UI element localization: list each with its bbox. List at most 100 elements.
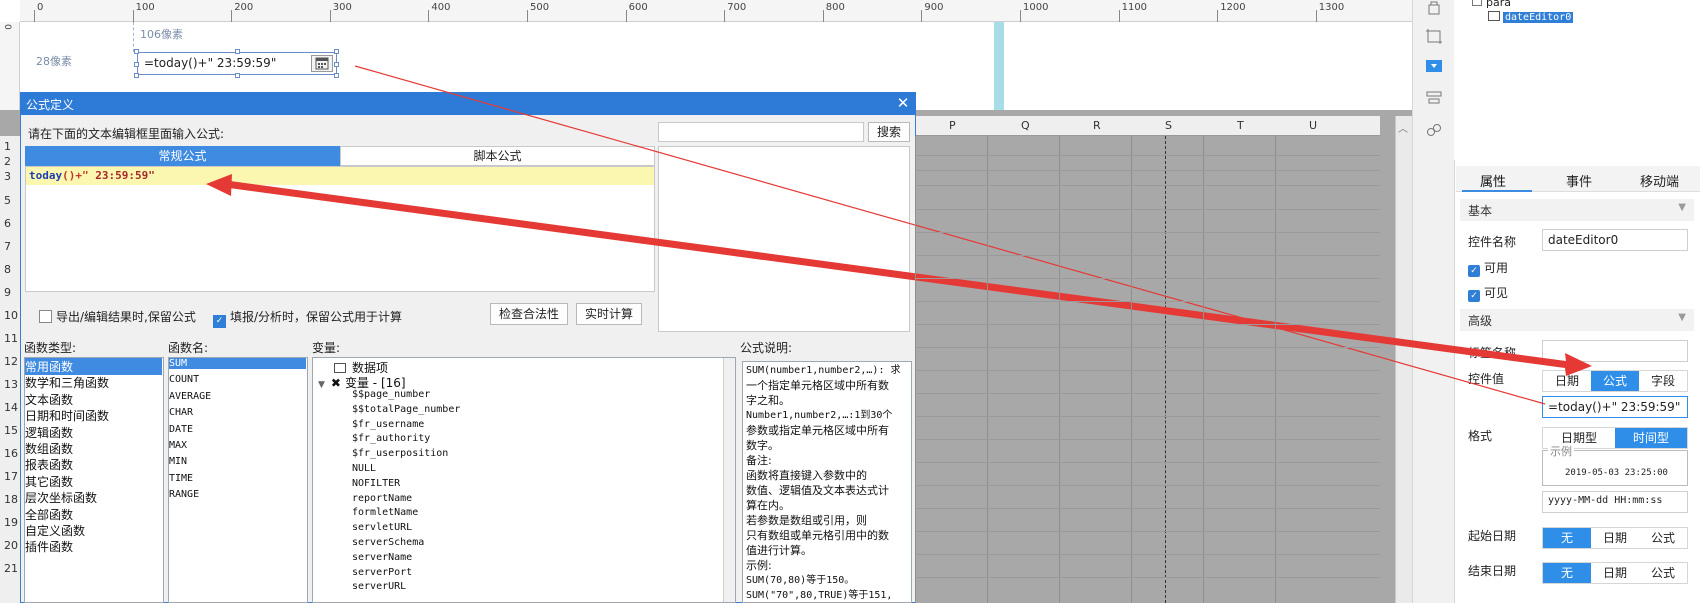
row-header-cell[interactable]: 17 — [4, 470, 18, 483]
row-header-cell[interactable]: 7 — [4, 240, 11, 253]
crop-icon[interactable] — [1425, 28, 1443, 44]
start-mode-date[interactable]: 日期 — [1591, 528, 1639, 548]
function-type-item[interactable]: 日期和时间函数 — [25, 407, 109, 424]
resize-handle[interactable] — [235, 49, 240, 54]
tab-events[interactable]: 事件 — [1566, 171, 1592, 190]
end-mode-formula[interactable]: 公式 — [1639, 563, 1687, 583]
link-icon[interactable] — [1425, 122, 1443, 138]
variable-item[interactable]: serverName — [352, 552, 412, 563]
resize-handle[interactable] — [235, 73, 240, 78]
variable-item[interactable]: $fr_username — [352, 419, 424, 430]
value-formula-input[interactable]: =today()+" 23:59:59" — [1542, 396, 1688, 418]
function-type-item[interactable]: 常用函数 — [25, 358, 162, 375]
variable-item[interactable]: $fr_userposition — [352, 448, 448, 459]
function-type-item[interactable]: 插件函数 — [25, 538, 73, 555]
row-header-cell[interactable]: 18 — [4, 493, 18, 506]
calendar-icon[interactable] — [311, 55, 333, 72]
variable-item[interactable]: serverURL — [352, 581, 406, 592]
tab-script-formula[interactable]: 脚本公式 — [340, 146, 655, 166]
start-mode-formula[interactable]: 公式 — [1639, 528, 1687, 548]
variable-item[interactable]: reportName — [352, 493, 412, 504]
resize-handle[interactable] — [134, 49, 139, 54]
row-header-cell[interactable]: 5 — [4, 194, 11, 207]
column-header-cell[interactable]: U — [1309, 119, 1317, 132]
function-name-item[interactable]: MAX — [169, 440, 187, 451]
end-mode-none[interactable]: 无 — [1543, 563, 1591, 583]
function-type-item[interactable]: 逻辑函数 — [25, 424, 73, 441]
tree-node-date-editor[interactable]: dateEditor0 — [1488, 10, 1574, 23]
format-pattern-input[interactable]: yyyy-MM-dd HH:mm:ss — [1542, 491, 1688, 513]
function-name-item[interactable]: AVERAGE — [169, 391, 211, 402]
checkbox-keep-formula-fill[interactable]: ✓ 填报/分析时，保留公式用于计算 — [213, 308, 402, 328]
row-header-cell[interactable]: 6 — [4, 217, 11, 230]
function-name-item[interactable]: CHAR — [169, 407, 193, 418]
search-button[interactable]: 搜索 — [868, 122, 910, 142]
variable-item[interactable]: NULL — [352, 463, 376, 474]
row-header-cell[interactable]: 8 — [4, 263, 11, 276]
row-header-cell[interactable]: 1 — [4, 140, 11, 153]
date-editor-widget[interactable]: =today()+" 23:59:59" — [137, 52, 337, 75]
column-header-cell[interactable]: Q — [1021, 119, 1030, 132]
function-type-item[interactable]: 其它函数 — [25, 473, 73, 490]
check-validity-button[interactable]: 检查合法性 — [490, 303, 568, 325]
column-header-cell[interactable]: T — [1237, 119, 1244, 132]
row-header-cell[interactable]: 15 — [4, 424, 18, 437]
function-search-input[interactable] — [658, 122, 864, 142]
row-header-cell[interactable]: 2 — [4, 155, 11, 168]
variable-scrollbar[interactable] — [723, 358, 735, 602]
row-header-cell[interactable]: 12 — [4, 355, 18, 368]
column-header-cell[interactable]: S — [1165, 119, 1172, 132]
row-header-cell[interactable]: 16 — [4, 447, 18, 460]
function-type-item[interactable]: 文本函数 — [25, 391, 73, 408]
resize-handle[interactable] — [334, 49, 339, 54]
column-header-cell[interactable]: R — [1093, 119, 1101, 132]
function-type-item[interactable]: 层次坐标函数 — [25, 489, 97, 506]
dropdown-widget-icon[interactable] — [1425, 58, 1443, 74]
variable-item[interactable]: NOFILTER — [352, 478, 400, 489]
row-header-cell[interactable]: 19 — [4, 516, 18, 529]
function-type-item[interactable]: 数学和三角函数 — [25, 374, 109, 391]
tag-name-input[interactable] — [1542, 340, 1688, 362]
function-type-item[interactable]: 自定义函数 — [25, 522, 85, 539]
format-mode-time[interactable]: 时间型 — [1615, 428, 1687, 448]
value-mode-date[interactable]: 日期 — [1543, 371, 1591, 391]
row-header-cell[interactable]: 14 — [4, 401, 18, 414]
function-name-item[interactable]: SUM — [169, 358, 306, 369]
layers-icon[interactable] — [1425, 90, 1443, 106]
start-mode-none[interactable]: 无 — [1543, 528, 1591, 548]
variable-item[interactable]: serverPort — [352, 567, 412, 578]
variable-item[interactable]: $fr_authority — [352, 433, 430, 444]
row-header-cell[interactable]: 3 — [4, 170, 11, 183]
function-name-item[interactable]: MIN — [169, 456, 187, 467]
lock-icon[interactable] — [1425, 0, 1443, 16]
row-header-cell[interactable]: 10 — [4, 309, 18, 322]
checkbox-enabled[interactable]: ✓ 可用 — [1468, 259, 1508, 277]
resize-handle[interactable] — [134, 73, 139, 78]
formula-text[interactable]: today()+" 23:59:59" — [26, 167, 654, 185]
row-header-cell[interactable]: 9 — [4, 286, 11, 299]
checkbox-visible[interactable]: ✓ 可见 — [1468, 284, 1508, 302]
value-mode-formula[interactable]: 公式 — [1591, 371, 1639, 391]
variable-item[interactable]: formletName — [352, 507, 418, 518]
function-name-item[interactable]: RANGE — [169, 489, 199, 500]
row-header-cell[interactable]: 20 — [4, 539, 18, 552]
variable-item[interactable]: serverSchema — [352, 537, 424, 548]
function-name-item[interactable]: TIME — [169, 473, 193, 484]
function-type-item[interactable]: 全部函数 — [25, 506, 73, 523]
realtime-calc-button[interactable]: 实时计算 — [576, 303, 642, 325]
close-icon[interactable]: ✕ — [893, 94, 913, 113]
value-mode-field[interactable]: 字段 — [1639, 371, 1687, 391]
tab-normal-formula[interactable]: 常规公式 — [25, 146, 340, 166]
section-advanced[interactable]: 高级 ▼ — [1460, 309, 1694, 331]
tab-mobile[interactable]: 移动端 — [1640, 171, 1679, 190]
tab-properties[interactable]: 属性 — [1480, 171, 1506, 190]
resize-handle[interactable] — [334, 73, 339, 78]
function-type-item[interactable]: 报表函数 — [25, 456, 73, 473]
column-header-cell[interactable]: P — [949, 119, 956, 132]
function-name-item[interactable]: DATE — [169, 424, 193, 435]
checkbox-keep-formula-export[interactable]: 导出/编辑结果时,保留公式 — [39, 308, 196, 325]
row-header-cell[interactable]: 11 — [4, 332, 18, 345]
function-name-item[interactable]: COUNT — [169, 374, 199, 385]
resize-handle[interactable] — [334, 62, 339, 67]
widget-name-input[interactable]: dateEditor0 — [1542, 229, 1688, 251]
